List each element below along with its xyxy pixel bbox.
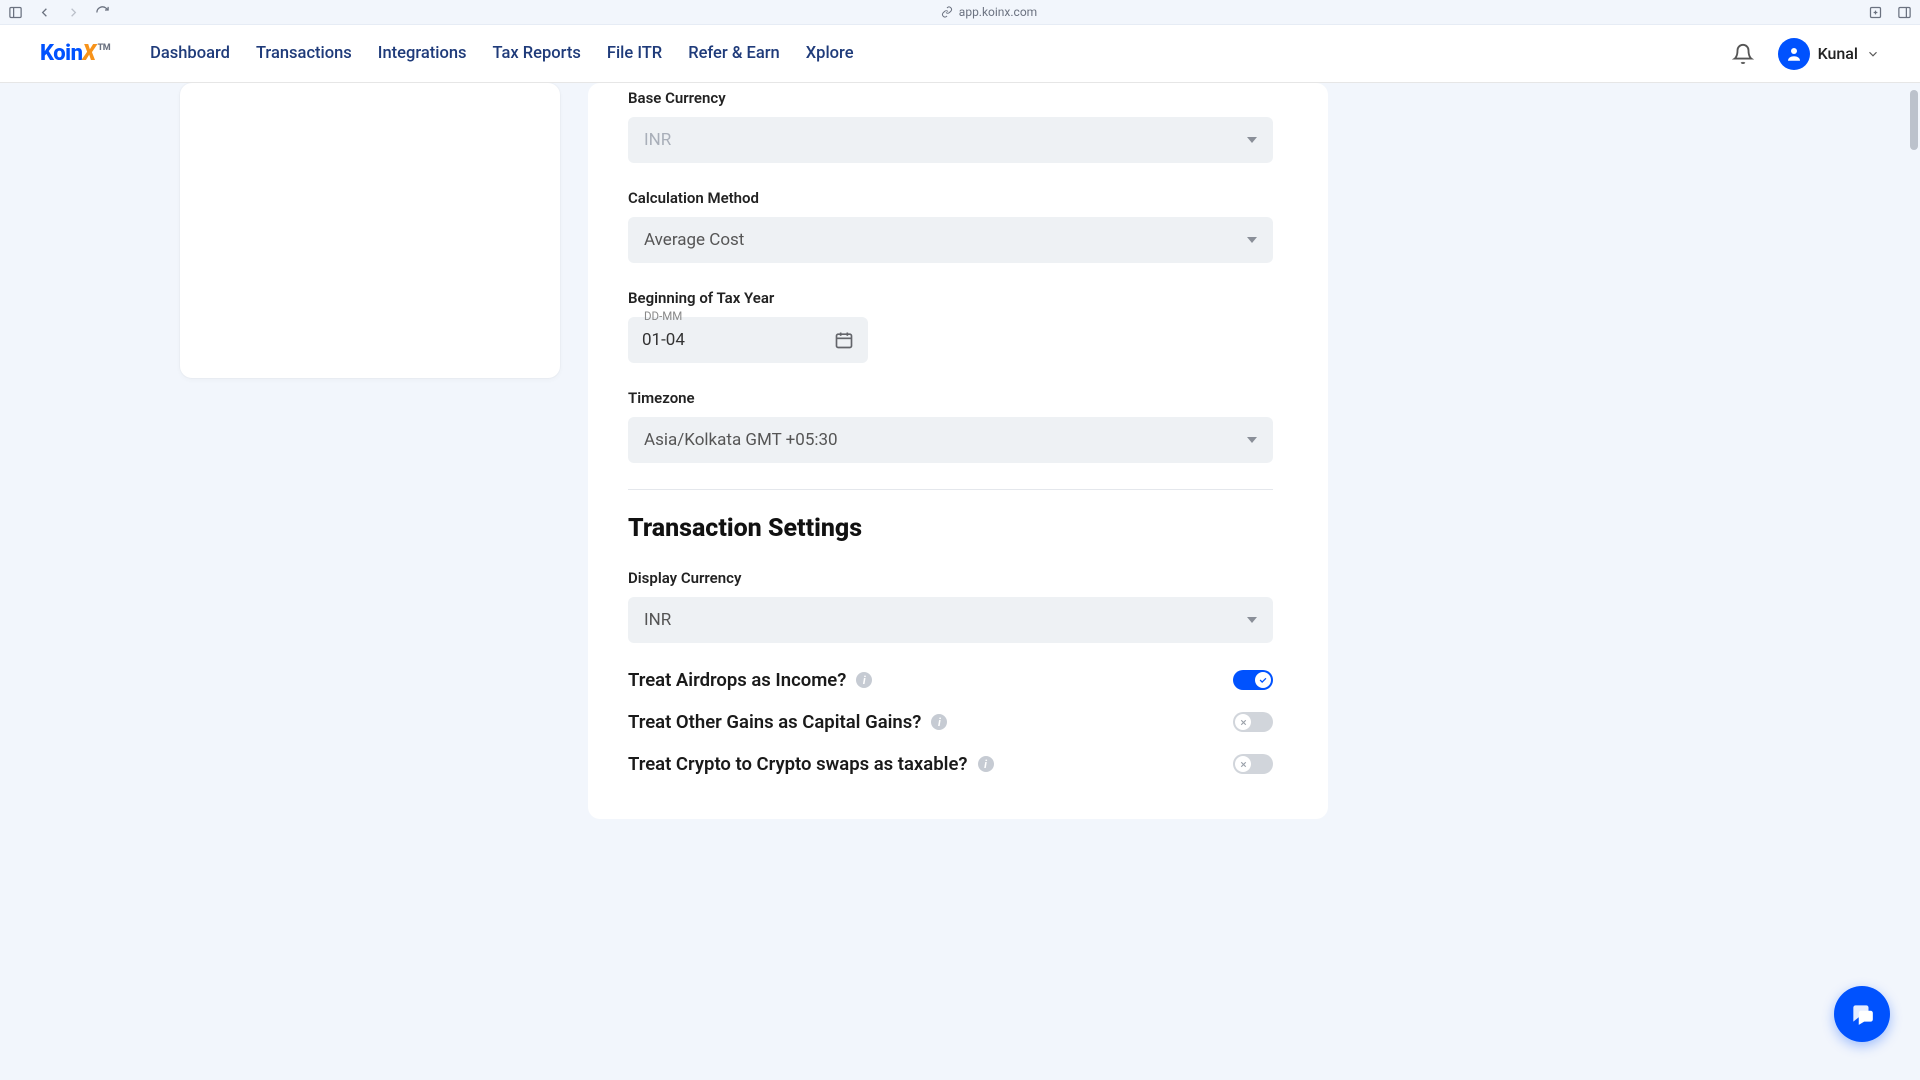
timezone-select[interactable]: Asia/Kolkata GMT +05:30 <box>628 417 1273 463</box>
link-icon <box>941 6 953 18</box>
transaction-settings-title: Transaction Settings <box>628 514 1273 543</box>
toggle-swaps[interactable] <box>1233 754 1273 774</box>
toggle-swaps-row: Treat Crypto to Crypto swaps as taxable?… <box>628 753 1273 775</box>
share-icon[interactable] <box>1868 5 1883 20</box>
base-currency-group: Base Currency INR <box>628 89 1273 163</box>
reload-icon[interactable] <box>95 5 110 20</box>
sidebar-toggle-icon[interactable] <box>8 5 23 20</box>
check-icon <box>1258 675 1268 685</box>
tax-year-group: Beginning of Tax Year DD-MM 01-04 <box>628 289 1273 363</box>
date-format-hint: DD-MM <box>640 309 686 323</box>
nav-file-itr[interactable]: File ITR <box>607 44 662 63</box>
address-bar[interactable]: app.koinx.com <box>110 5 1868 19</box>
address-text: app.koinx.com <box>959 5 1037 19</box>
base-currency-label: Base Currency <box>628 89 1273 107</box>
panels-icon[interactable] <box>1897 5 1912 20</box>
tax-year-input[interactable]: 01-04 <box>628 317 868 363</box>
notifications-icon[interactable] <box>1732 43 1754 65</box>
avatar <box>1778 38 1810 70</box>
calc-method-label: Calculation Method <box>628 189 1273 207</box>
left-panel <box>180 83 560 378</box>
brand-logo[interactable]: KoinXTM <box>40 41 110 66</box>
nav-integrations[interactable]: Integrations <box>378 44 467 63</box>
divider <box>628 489 1273 490</box>
base-currency-select: INR <box>628 117 1273 163</box>
caret-down-icon <box>1247 617 1257 623</box>
app-header: KoinXTM Dashboard Transactions Integrati… <box>0 25 1920 83</box>
info-icon[interactable]: i <box>856 672 872 688</box>
caret-down-icon <box>1247 137 1257 143</box>
calendar-icon[interactable] <box>834 330 854 350</box>
nav-refer-earn[interactable]: Refer & Earn <box>688 44 780 63</box>
toggle-other-gains-label: Treat Other Gains as Capital Gains? <box>628 711 921 733</box>
forward-icon[interactable] <box>66 5 81 20</box>
display-currency-group: Display Currency INR <box>628 569 1273 643</box>
toggle-airdrops-label: Treat Airdrops as Income? <box>628 669 846 691</box>
toggle-airdrops[interactable] <box>1233 670 1273 690</box>
display-currency-label: Display Currency <box>628 569 1273 587</box>
caret-down-icon <box>1247 237 1257 243</box>
toggle-other-gains[interactable] <box>1233 712 1273 732</box>
x-icon <box>1239 718 1248 727</box>
tax-year-label: Beginning of Tax Year <box>628 289 1273 307</box>
chat-button[interactable] <box>1834 986 1890 1042</box>
info-icon[interactable]: i <box>931 714 947 730</box>
scrollbar[interactable] <box>1910 90 1918 150</box>
settings-panel: Base Currency INR Calculation Method Ave… <box>588 83 1328 819</box>
x-icon <box>1239 760 1248 769</box>
nav-xplore[interactable]: Xplore <box>806 44 854 63</box>
calc-method-group: Calculation Method Average Cost <box>628 189 1273 263</box>
caret-down-icon <box>1247 437 1257 443</box>
back-icon[interactable] <box>37 5 52 20</box>
user-menu[interactable]: Kunal <box>1778 38 1880 70</box>
toggle-swaps-label: Treat Crypto to Crypto swaps as taxable? <box>628 753 968 775</box>
nav-transactions[interactable]: Transactions <box>256 44 352 63</box>
display-currency-select[interactable]: INR <box>628 597 1273 643</box>
timezone-label: Timezone <box>628 389 1273 407</box>
toggle-other-gains-row: Treat Other Gains as Capital Gains? i <box>628 711 1273 733</box>
calc-method-select[interactable]: Average Cost <box>628 217 1273 263</box>
page-body: Base Currency INR Calculation Method Ave… <box>0 83 1920 1080</box>
chat-icon <box>1849 1001 1875 1027</box>
info-icon[interactable]: i <box>978 756 994 772</box>
toggle-airdrops-row: Treat Airdrops as Income? i <box>628 669 1273 691</box>
username: Kunal <box>1818 44 1858 63</box>
nav-dashboard[interactable]: Dashboard <box>150 44 230 63</box>
nav-tax-reports[interactable]: Tax Reports <box>493 44 581 63</box>
timezone-group: Timezone Asia/Kolkata GMT +05:30 <box>628 389 1273 463</box>
main-nav: Dashboard Transactions Integrations Tax … <box>150 44 853 63</box>
chevron-down-icon <box>1866 47 1880 61</box>
browser-chrome: app.koinx.com <box>0 0 1920 25</box>
